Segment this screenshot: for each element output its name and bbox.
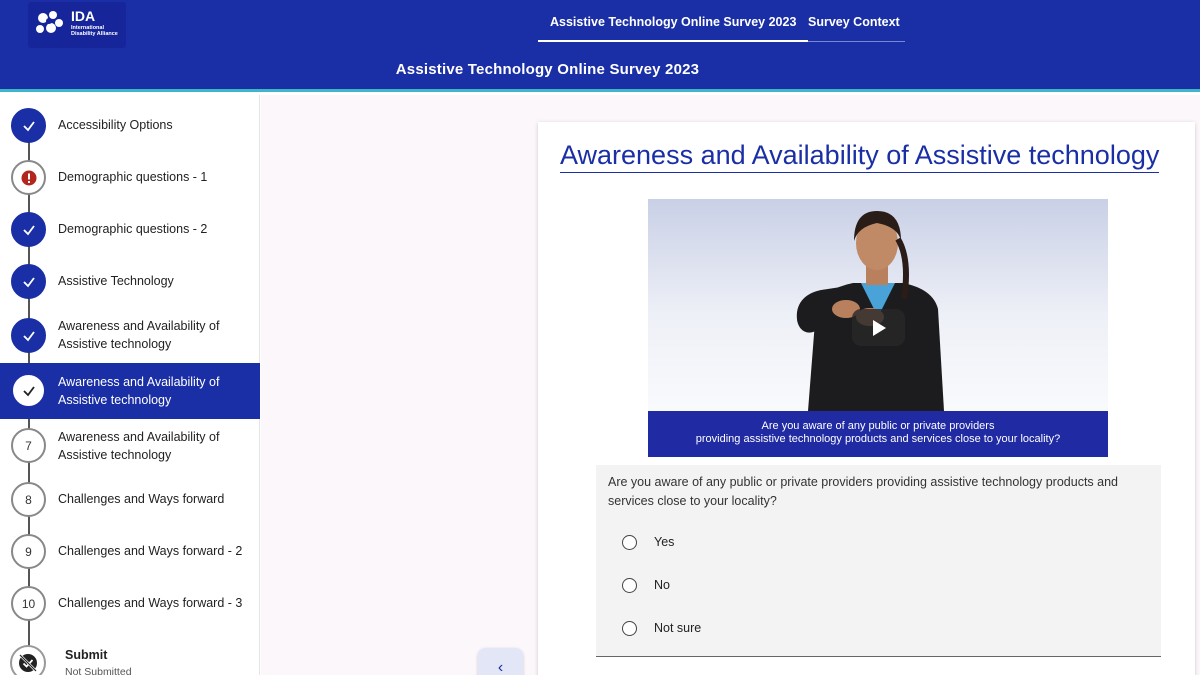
step-number: 10 <box>11 586 46 621</box>
back-button[interactable]: ‹ <box>478 648 523 675</box>
option-label: Not sure <box>654 621 702 635</box>
sidebar-step-label: Awareness and Availability of Assistive … <box>58 375 220 407</box>
sidebar-step-label: Awareness and Availability of Assistive … <box>58 430 220 462</box>
sidebar-step-label: Assistive Technology <box>58 274 174 288</box>
error-icon <box>11 160 46 195</box>
not-submitted-icon <box>10 645 46 675</box>
sidebar-step-assistive-technology[interactable]: Assistive Technology <box>0 255 260 307</box>
check-icon <box>11 212 46 247</box>
sidebar-step-accessibility-options[interactable]: Accessibility Options <box>0 99 260 151</box>
check-icon <box>11 373 46 408</box>
sidebar-step-label: Demographic questions - 2 <box>58 222 208 236</box>
section-heading: Awareness and Availability of Assistive … <box>560 140 1160 173</box>
sidebar-step-label: Challenges and Ways forward <box>58 492 225 506</box>
caption-line-2: providing assistive technology products … <box>695 433 1061 445</box>
play-icon[interactable] <box>852 309 905 346</box>
sidebar-step-challenges-2[interactable]: 9 Challenges and Ways forward - 2 <box>0 525 260 577</box>
submit-label: Submit <box>65 648 108 662</box>
chevron-left-icon: ‹ <box>497 659 504 675</box>
check-icon <box>11 318 46 353</box>
step-number: 8 <box>11 482 46 517</box>
caption-line-1: Are you aware of any public or private p… <box>761 420 995 432</box>
sidebar-step-demographic-1[interactable]: Demographic questions - 1 <box>0 151 260 203</box>
check-icon <box>11 264 46 299</box>
sidebar-step-label: Awareness and Availability of Assistive … <box>58 319 220 351</box>
radio-button[interactable] <box>622 621 637 636</box>
tab-survey-context[interactable]: Survey Context <box>808 15 900 29</box>
sidebar-step-challenges-3[interactable]: 10 Challenges and Ways forward - 3 <box>0 577 260 629</box>
submit-status: Not Submitted <box>65 666 132 675</box>
video-caption: Are you aware of any public or private p… <box>648 411 1108 457</box>
sidebar-step-label: Accessibility Options <box>58 118 173 132</box>
sidebar-step-label: Demographic questions - 1 <box>58 170 208 184</box>
step-number: 9 <box>11 534 46 569</box>
option-label: No <box>654 578 670 592</box>
top-navigation: Assistive Technology Online Survey 2023 … <box>537 0 905 42</box>
question-container: Are you aware of any public or private p… <box>596 465 1161 657</box>
sidebar-step-submit[interactable]: Submit Not Submitted <box>0 645 260 675</box>
sidebar-step-awareness-1[interactable]: Awareness and Availability of Assistive … <box>0 309 260 361</box>
sidebar-step-label: Challenges and Ways forward - 3 <box>58 596 243 610</box>
tab-survey[interactable]: Assistive Technology Online Survey 2023 <box>537 15 809 42</box>
step-sidebar: Accessibility Options Demographic questi… <box>0 95 260 675</box>
logo-subtitle: International Disability Alliance <box>71 25 118 37</box>
page-title: Assistive Technology Online Survey 2023 <box>395 61 700 78</box>
sidebar-step-awareness-3[interactable]: 7 Awareness and Availability of Assistiv… <box>0 419 260 471</box>
check-icon <box>11 108 46 143</box>
radio-button[interactable] <box>622 535 637 550</box>
app-header: IDA International Disability Alliance As… <box>0 0 1200 92</box>
option-label: Yes <box>654 535 675 549</box>
logo-text: IDA <box>71 8 96 24</box>
ida-logo[interactable]: IDA International Disability Alliance <box>28 2 126 48</box>
sign-language-video[interactable]: Are you aware of any public or private p… <box>648 199 1108 457</box>
sidebar-step-awareness-2-current[interactable]: Awareness and Availability of Assistive … <box>0 363 260 419</box>
video-frame <box>796 211 944 411</box>
step-number: 7 <box>11 428 46 463</box>
sidebar-step-label: Challenges and Ways forward - 2 <box>58 544 243 558</box>
ida-flower-icon <box>36 11 63 33</box>
question-text: Are you aware of any public or private p… <box>608 475 1118 508</box>
radio-button[interactable] <box>622 578 637 593</box>
sidebar-step-challenges-1[interactable]: 8 Challenges and Ways forward <box>0 473 260 525</box>
sidebar-step-demographic-2[interactable]: Demographic questions - 2 <box>0 203 260 255</box>
